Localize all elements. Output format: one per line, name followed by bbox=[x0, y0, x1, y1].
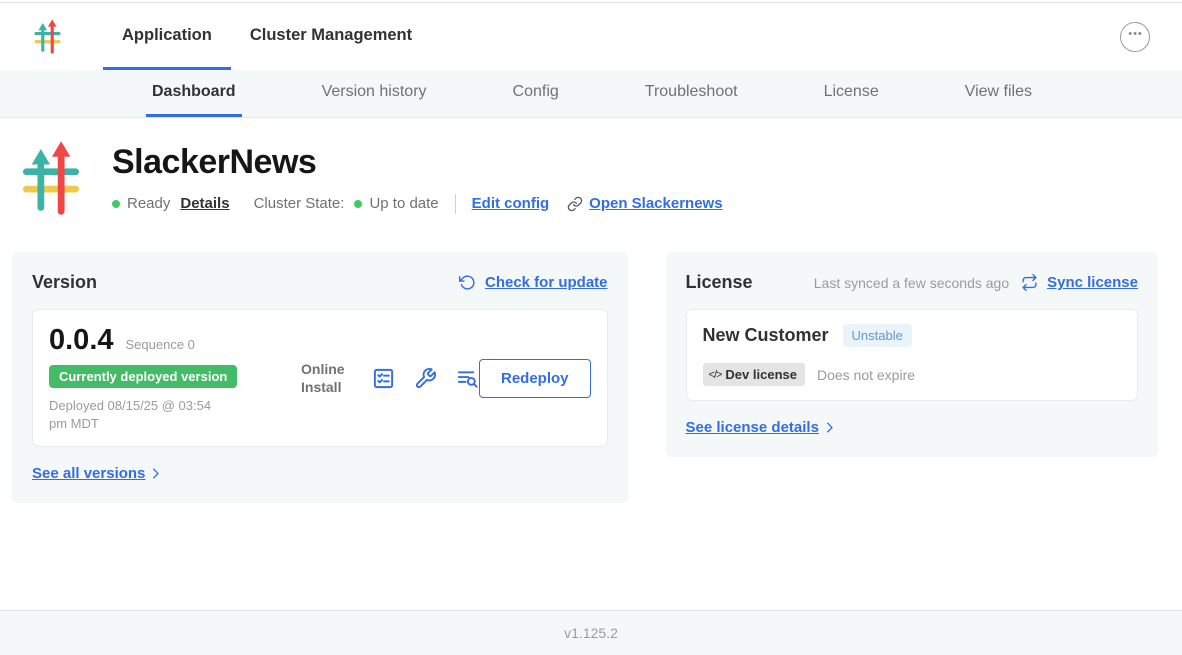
customer-name: New Customer bbox=[703, 325, 829, 346]
ellipsis-icon: ••• bbox=[1128, 29, 1143, 40]
sequence-label: Sequence 0 bbox=[126, 337, 195, 352]
refresh-icon bbox=[459, 274, 476, 291]
chevron-right-icon bbox=[148, 466, 163, 481]
dashboard-cards: Version Check for update 0.0.4 Sequ bbox=[12, 252, 1158, 503]
tab-cluster-management[interactable]: Cluster Management bbox=[231, 3, 431, 70]
divider bbox=[455, 194, 456, 214]
license-card-header: License Last synced a few seconds ago Sy… bbox=[686, 272, 1138, 293]
see-all-versions-link[interactable]: See all versions bbox=[32, 465, 163, 482]
see-license-details-link[interactable]: See license details bbox=[686, 419, 837, 436]
logs-search-icon bbox=[456, 367, 479, 390]
link-icon bbox=[567, 196, 583, 212]
status-details-link[interactable]: Details bbox=[180, 195, 229, 212]
license-type-label: Dev license bbox=[725, 367, 797, 382]
open-app-action[interactable]: Open Slackernews bbox=[567, 195, 722, 212]
sync-license-label: Sync license bbox=[1047, 274, 1138, 291]
cluster-state-value: Up to date bbox=[369, 195, 438, 212]
subnav-item-config[interactable]: Config bbox=[507, 70, 565, 117]
subnav-item-dashboard[interactable]: Dashboard bbox=[146, 70, 242, 117]
check-for-update-link[interactable]: Check for update bbox=[459, 274, 608, 291]
see-license-details-label: See license details bbox=[686, 419, 819, 436]
license-card: License Last synced a few seconds ago Sy… bbox=[666, 252, 1158, 457]
license-type-badge: </> Dev license bbox=[703, 363, 805, 386]
page-title: SlackerNews bbox=[112, 143, 723, 182]
license-card-title: License bbox=[686, 272, 753, 293]
version-card-title: Version bbox=[32, 272, 97, 293]
subnav-item-license[interactable]: License bbox=[818, 70, 885, 117]
app-status-label: Ready bbox=[127, 195, 170, 212]
current-version-panel: 0.0.4 Sequence 0 Currently deployed vers… bbox=[32, 309, 608, 447]
app-logo-icon bbox=[22, 140, 80, 216]
sync-icon bbox=[1021, 274, 1038, 291]
install-type-label: Online Install bbox=[301, 360, 353, 396]
checklist-icon bbox=[372, 367, 395, 390]
app-subnav: Dashboard Version history Config Trouble… bbox=[0, 70, 1182, 118]
wrench-gear-icon bbox=[414, 367, 437, 390]
top-navbar: Application Cluster Management ••• bbox=[0, 2, 1182, 70]
app-header: SlackerNews Ready Details Cluster State:… bbox=[22, 140, 1158, 216]
version-number: 0.0.4 bbox=[49, 324, 114, 357]
cluster-state-dot bbox=[354, 200, 362, 208]
license-expiration: Does not expire bbox=[817, 367, 915, 383]
subnav-item-troubleshoot[interactable]: Troubleshoot bbox=[639, 70, 744, 117]
preflight-checks-button[interactable] bbox=[372, 367, 395, 390]
deployed-timestamp: Deployed 08/15/25 @ 03:54 pm MDT bbox=[49, 397, 221, 432]
subnav-item-view-files[interactable]: View files bbox=[959, 70, 1038, 117]
see-all-versions-label: See all versions bbox=[32, 465, 145, 482]
edit-config-icon-button[interactable] bbox=[414, 367, 437, 390]
view-logs-button[interactable] bbox=[456, 367, 479, 390]
deployed-status-badge: Currently deployed version bbox=[49, 365, 237, 388]
sync-license-link[interactable]: Sync license bbox=[1021, 274, 1138, 291]
top-tabs: Application Cluster Management bbox=[103, 3, 431, 70]
cluster-state-label: Cluster State: bbox=[254, 195, 345, 212]
console-version-label: v1.125.2 bbox=[564, 625, 618, 641]
dashboard-main: SlackerNews Ready Details Cluster State:… bbox=[0, 118, 1182, 610]
tab-application[interactable]: Application bbox=[103, 3, 231, 70]
open-app-link[interactable]: Open Slackernews bbox=[589, 195, 722, 212]
chevron-right-icon bbox=[822, 420, 837, 435]
edit-config-link[interactable]: Edit config bbox=[472, 195, 550, 212]
app-status-row: Ready Details Cluster State: Up to date … bbox=[112, 194, 723, 214]
version-card: Version Check for update 0.0.4 Sequ bbox=[12, 252, 628, 503]
code-icon: </> bbox=[709, 369, 722, 381]
last-synced-text: Last synced a few seconds ago bbox=[814, 275, 1009, 291]
version-card-header: Version Check for update bbox=[32, 272, 608, 293]
app-footer: v1.125.2 bbox=[0, 610, 1182, 655]
redeploy-button[interactable]: Redeploy bbox=[479, 359, 591, 398]
app-status-dot bbox=[112, 200, 120, 208]
install-actions: Online Install bbox=[301, 360, 479, 396]
app-brand-logo-icon bbox=[34, 19, 61, 54]
more-menu-button[interactable]: ••• bbox=[1120, 22, 1150, 52]
check-for-update-label: Check for update bbox=[485, 274, 608, 291]
license-details-panel: New Customer Unstable </> Dev license Do… bbox=[686, 309, 1138, 401]
subnav-item-version-history[interactable]: Version history bbox=[316, 70, 433, 117]
version-info: 0.0.4 Sequence 0 Currently deployed vers… bbox=[49, 324, 277, 432]
channel-badge: Unstable bbox=[843, 324, 912, 347]
